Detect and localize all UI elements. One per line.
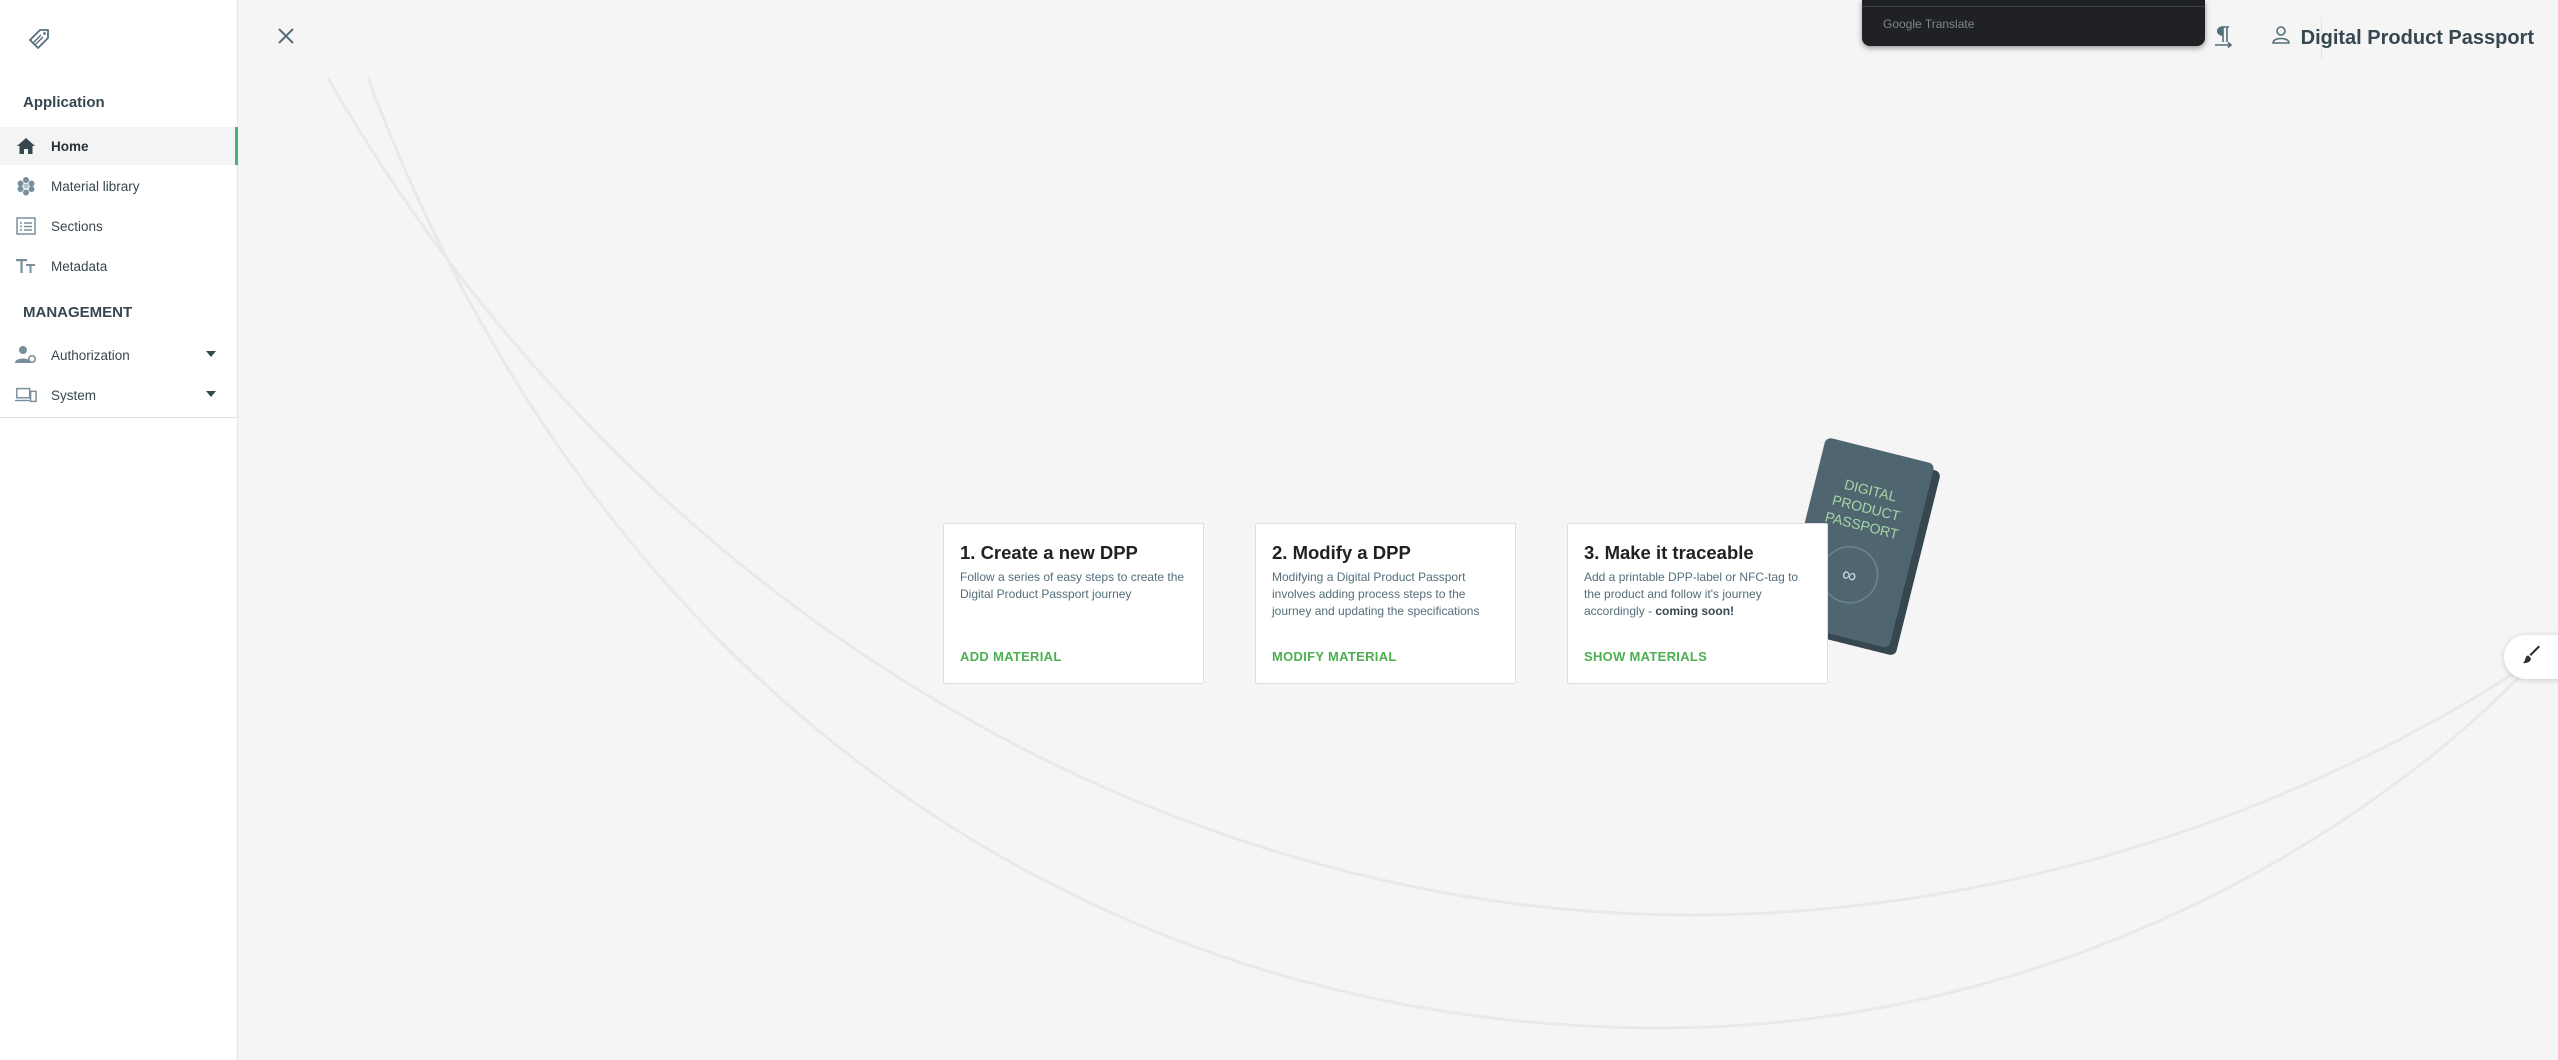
card-title: 2. Modify a DPP xyxy=(1272,542,1411,563)
account-icon[interactable] xyxy=(2270,24,2296,50)
section-label-management: MANAGEMENT xyxy=(23,304,133,321)
card-description: Follow a series of easy steps to create … xyxy=(960,570,1185,601)
sidebar-item-label: Metadata xyxy=(51,258,108,274)
chevron-down-icon[interactable] xyxy=(206,351,216,357)
show-materials-button[interactable]: SHOW MATERIALS xyxy=(1584,649,1707,664)
google-translate-popup[interactable]: Google Translate xyxy=(1862,0,2205,46)
sidebar-item-metadata[interactable]: Metadata xyxy=(0,247,238,285)
pilcrow-icon[interactable] xyxy=(2212,24,2238,50)
card-make-traceable: 3. Make it traceable Add a printable DPP… xyxy=(1567,523,1828,684)
sidebar-item-material-library[interactable]: Material library xyxy=(0,167,238,205)
sidebar-divider xyxy=(0,417,238,418)
chevron-down-icon[interactable] xyxy=(206,391,216,397)
modify-material-button[interactable]: MODIFY MATERIAL xyxy=(1272,649,1397,664)
user-cog-icon xyxy=(15,345,37,365)
app-title: Digital Product Passport xyxy=(2300,27,2534,49)
card-description: Modifying a Digital Product Passport inv… xyxy=(1272,570,1480,618)
sidebar-item-label: Sections xyxy=(51,218,103,234)
card-modify-dpp: 2. Modify a DPP Modifying a Digital Prod… xyxy=(1255,523,1516,684)
sidebar: Application Home Material library Sectio… xyxy=(0,0,238,1060)
card-title: 3. Make it traceable xyxy=(1584,542,1754,563)
list-icon xyxy=(15,216,37,236)
card-description: Add a printable DPP-label or NFC-tag to … xyxy=(1584,569,1814,620)
sidebar-item-label: Home xyxy=(51,138,89,154)
add-material-button[interactable]: ADD MATERIAL xyxy=(960,649,1062,664)
logo-icon[interactable] xyxy=(26,26,52,52)
sidebar-item-label: Material library xyxy=(51,178,140,194)
devices-icon xyxy=(15,385,37,405)
sidebar-item-system[interactable]: System xyxy=(0,376,238,414)
text-size-icon xyxy=(15,256,37,276)
sidebar-item-authorization[interactable]: Authorization xyxy=(0,336,238,374)
brush-icon xyxy=(2522,645,2542,670)
home-icon xyxy=(15,136,37,156)
close-icon[interactable] xyxy=(276,26,296,50)
section-label-application: Application xyxy=(23,94,105,111)
popup-divider xyxy=(1862,6,2205,7)
sidebar-item-home[interactable]: Home xyxy=(0,127,238,165)
google-translate-label: Google Translate xyxy=(1883,17,1975,31)
sidebar-item-label: System xyxy=(51,387,97,403)
hexagon-cluster-icon xyxy=(15,176,37,196)
card-create-dpp: 1. Create a new DPP Follow a series of e… xyxy=(943,523,1204,684)
sidebar-item-sections[interactable]: Sections xyxy=(0,207,238,245)
coming-soon-text: coming soon! xyxy=(1655,604,1735,618)
sidebar-item-label: Authorization xyxy=(51,347,130,363)
card-title: 1. Create a new DPP xyxy=(960,542,1138,563)
theme-brush-button[interactable] xyxy=(2504,635,2558,679)
